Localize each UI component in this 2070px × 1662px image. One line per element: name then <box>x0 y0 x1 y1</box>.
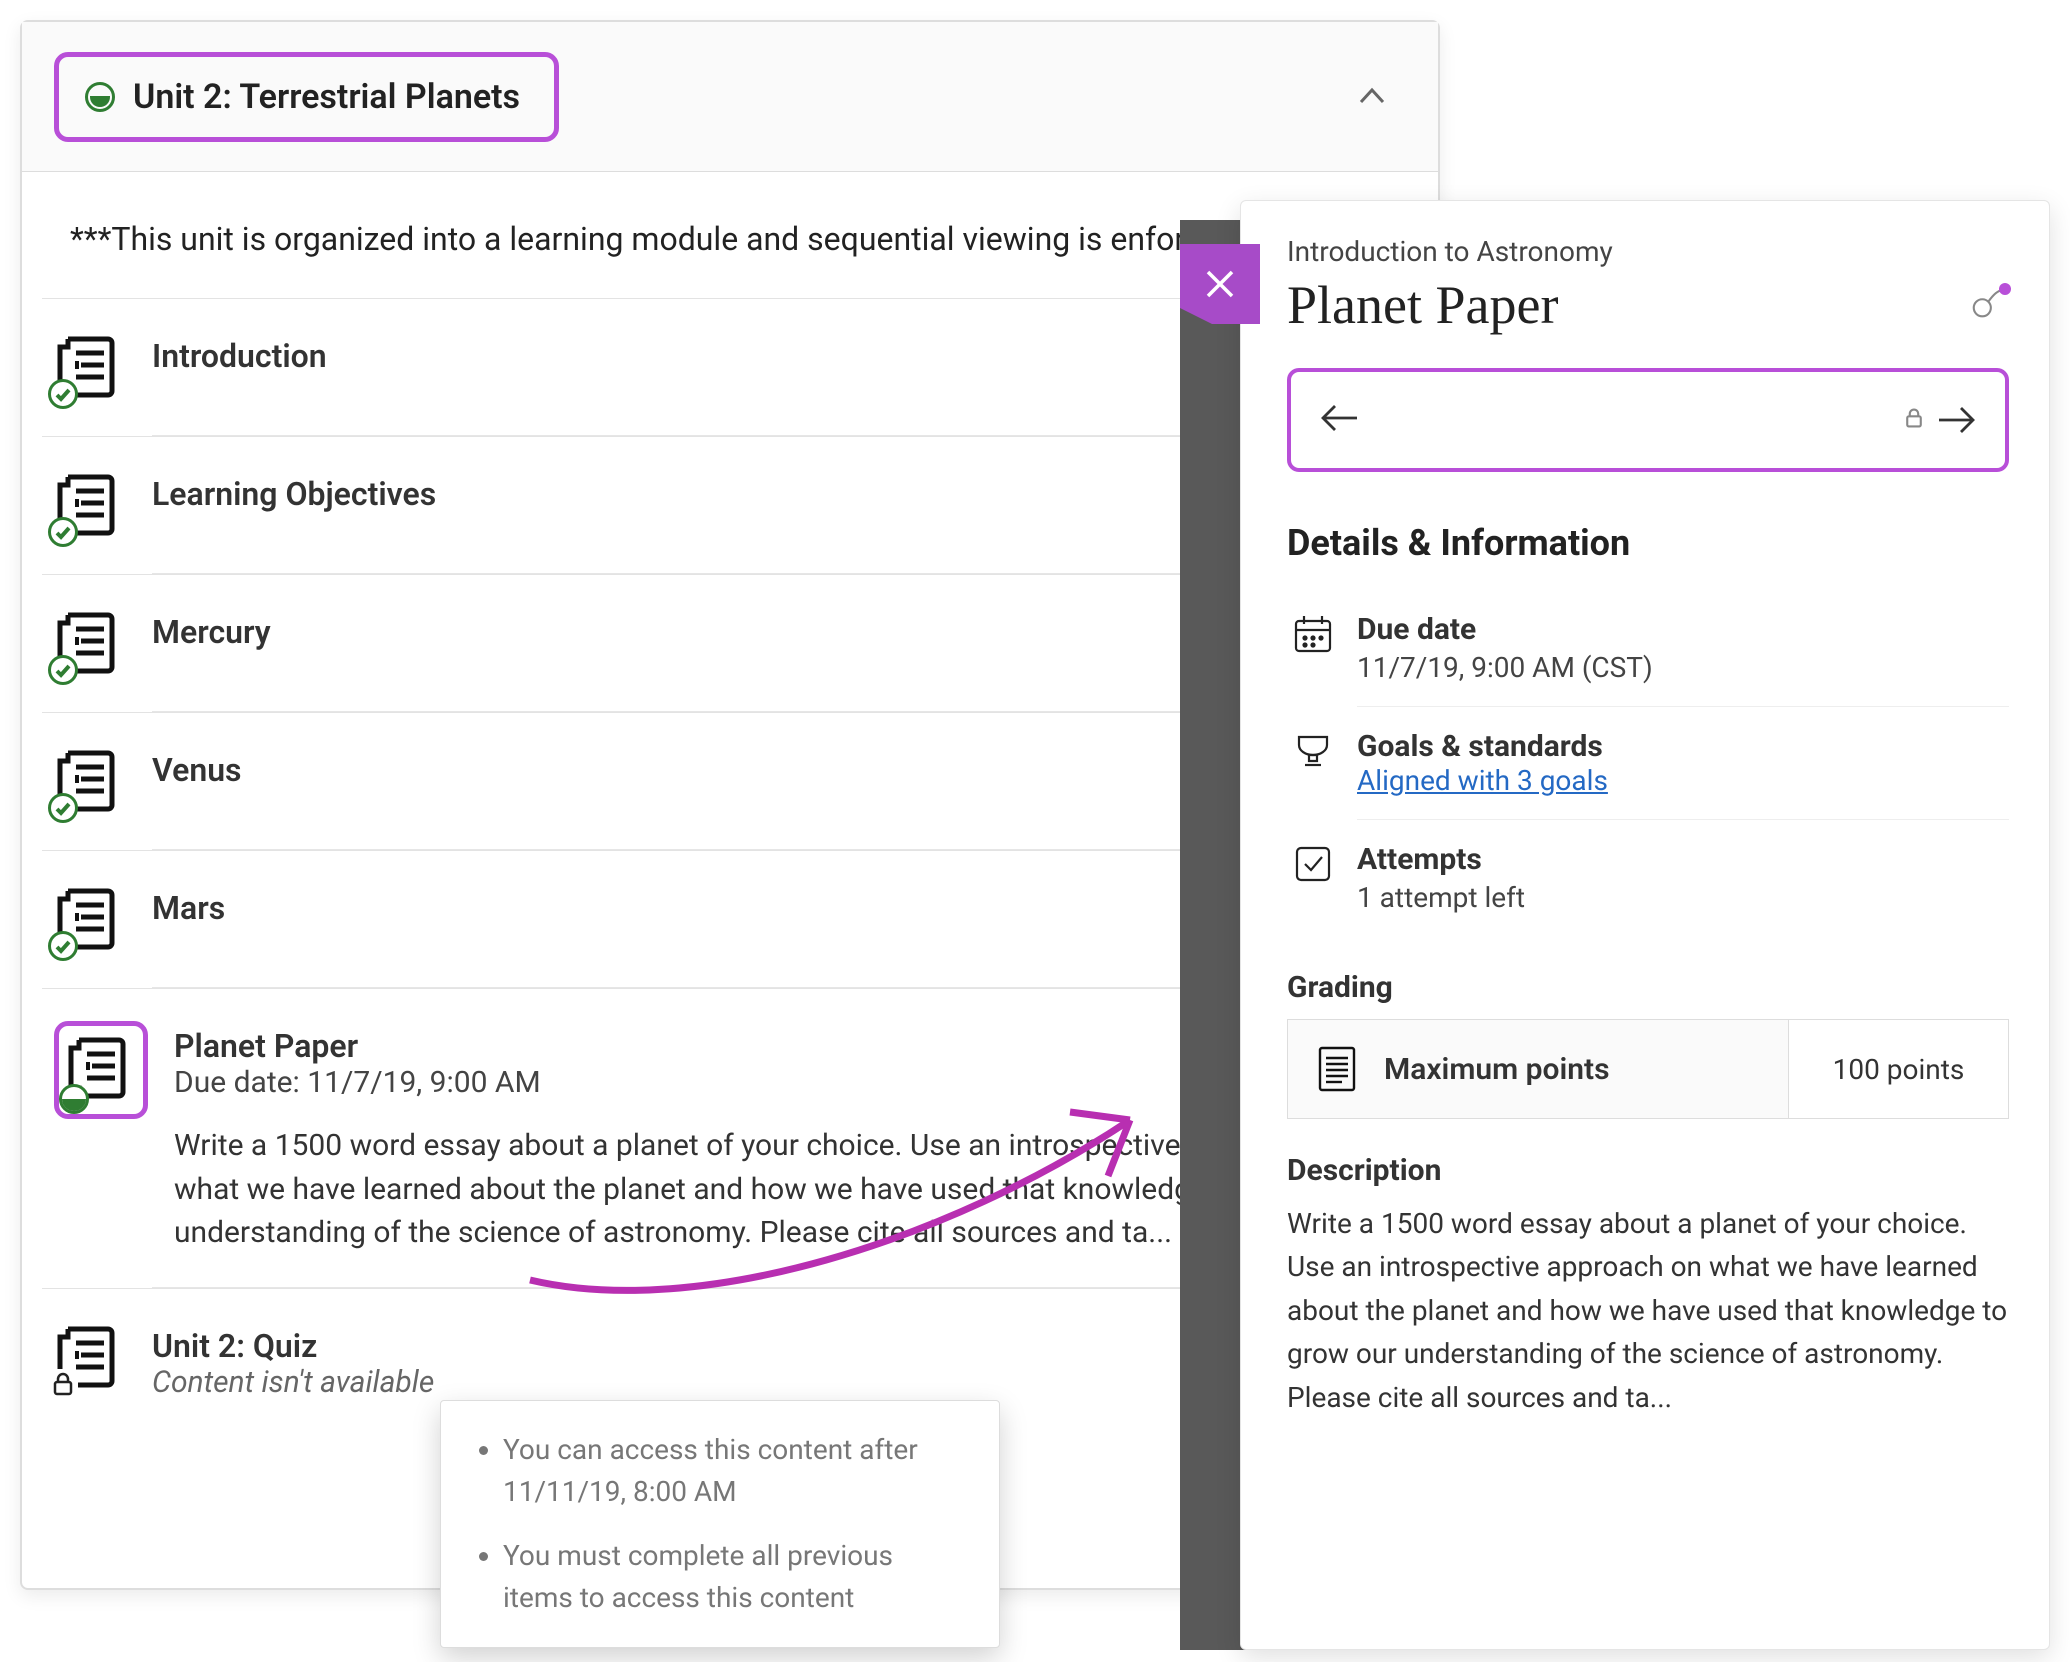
content-nav <box>1287 368 2009 472</box>
due-date-label: Due date <box>1357 612 1653 647</box>
detail-drawer: Introduction to Astronomy Planet Paper D… <box>1180 200 2050 1650</box>
virtual-assistant-icon[interactable] <box>1969 285 2009 325</box>
page-icon <box>1312 1044 1362 1094</box>
due-date-row: Due date 11/7/19, 9:00 AM (CST) <box>1291 590 2009 706</box>
attempts-value: 1 attempt left <box>1357 881 1525 914</box>
assignment-title: Planet Paper <box>1287 274 1558 336</box>
complete-check-icon <box>48 655 78 685</box>
unit-header-highlight: Unit 2: Terrestrial Planets <box>54 52 559 142</box>
locked-content-tooltip: You can access this content after 11/11/… <box>440 1400 1000 1648</box>
unit-header[interactable]: Unit 2: Terrestrial Planets <box>22 22 1438 172</box>
progress-half-icon <box>59 1084 89 1114</box>
document-icon <box>65 1089 137 1108</box>
next-item-button[interactable] <box>1903 399 1977 441</box>
attempts-label: Attempts <box>1357 842 1525 877</box>
grading-box: Maximum points 100 points <box>1287 1019 2009 1119</box>
progress-half-icon <box>85 82 115 112</box>
document-icon <box>54 469 126 541</box>
document-icon <box>54 745 126 817</box>
max-points-label: Maximum points <box>1384 1052 1610 1087</box>
document-icon <box>54 331 126 403</box>
document-icon <box>54 1321 126 1393</box>
complete-check-icon <box>48 931 78 961</box>
max-points-value: 100 points <box>1788 1020 2008 1118</box>
course-name: Introduction to Astronomy <box>1287 235 2009 268</box>
locked-icon <box>48 1369 78 1399</box>
document-icon <box>54 607 126 679</box>
description-text: Write a 1500 word essay about a planet o… <box>1287 1202 2009 1419</box>
notification-dot-icon <box>1999 283 2011 295</box>
selected-item-highlight <box>54 1021 148 1119</box>
unit-title: Unit 2: Terrestrial Planets <box>133 77 520 117</box>
complete-check-icon <box>48 793 78 823</box>
trophy-icon <box>1291 729 1335 773</box>
goals-link[interactable]: Aligned with 3 goals <box>1357 764 1608 797</box>
close-drawer-button[interactable] <box>1180 244 1260 324</box>
grading-heading: Grading <box>1287 970 2009 1005</box>
description-heading: Description <box>1287 1153 2009 1188</box>
attempts-row: Attempts 1 attempt left <box>1291 820 2009 936</box>
assignment-detail-panel: Introduction to Astronomy Planet Paper D… <box>1240 200 2050 1650</box>
lock-icon <box>1903 407 1925 433</box>
calendar-icon <box>1291 612 1335 656</box>
document-icon <box>54 883 126 955</box>
goals-row: Goals & standards Aligned with 3 goals <box>1291 707 2009 819</box>
complete-check-icon <box>48 517 78 547</box>
tooltip-line: You must complete all previous items to … <box>503 1535 969 1619</box>
due-date-value: 11/7/19, 9:00 AM (CST) <box>1357 651 1653 684</box>
complete-check-icon <box>48 379 78 409</box>
goals-label: Goals & standards <box>1357 729 1608 764</box>
prev-item-button[interactable] <box>1319 397 1361 443</box>
details-heading: Details & Information <box>1287 522 2009 564</box>
annotation-arrow-icon <box>520 1090 1170 1310</box>
tooltip-line: You can access this content after 11/11/… <box>503 1429 969 1513</box>
collapse-chevron-icon[interactable] <box>1352 77 1392 117</box>
checkbox-icon <box>1291 842 1335 886</box>
